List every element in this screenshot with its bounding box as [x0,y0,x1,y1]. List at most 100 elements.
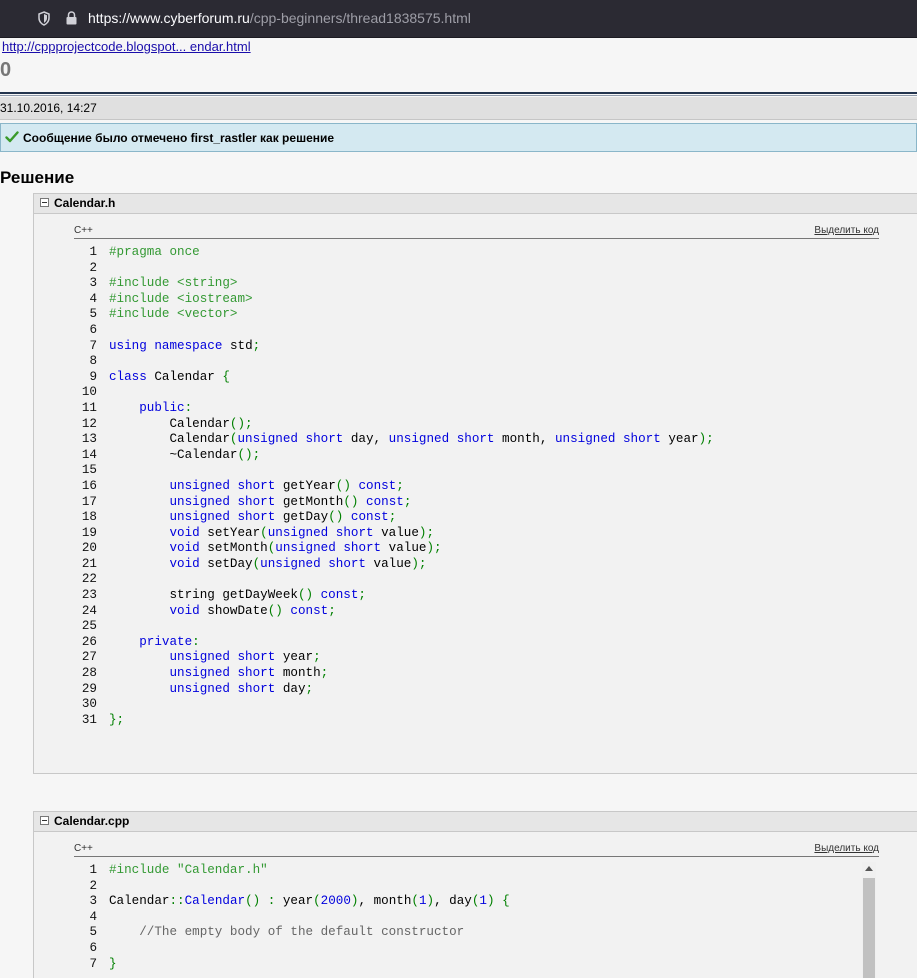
code-line: 1 #include "Calendar.h" [74,863,267,879]
code-text: void setDay(unsigned short value); [169,556,427,571]
line-number: 27 [81,650,97,665]
code-block-title: Calendar.h [54,196,116,210]
shield-icon[interactable] [38,11,50,26]
code-text: unsigned short getMonth() const; [169,494,412,509]
scrollbar-thumb[interactable] [863,878,875,978]
code-line: 31}; [74,712,124,729]
code-block-calendar-h: Calendar.h C++ Выделить код 1 #pragma onc… [33,193,917,774]
url-path: /cpp-beginners/thread1838575.html [249,10,471,26]
solution-notice-text: Сообщение было отмечено first_rastler ка… [23,131,335,145]
line-number: 31 [81,712,97,727]
code-line: 3 Calendar::Calendar() : year(2000), mont… [74,894,509,910]
line-number: 24 [81,603,97,618]
code-text: string getDayWeek() const; [109,588,366,603]
external-link[interactable]: http://cppprojectcode.blogspot... endar.… [2,39,251,54]
line-number: 19 [81,525,97,540]
code-content[interactable]: 1 #include "Calendar.h" 2 3 Calendar::Calend… [74,863,509,973]
code-line: 3 #include <string> [74,276,237,292]
line-number: 12 [81,416,97,431]
code-line: 7} [74,956,116,973]
line-number: 17 [81,494,97,509]
code-line: 22 [74,572,97,588]
code-language: C++ [74,225,93,236]
collapse-icon[interactable] [40,816,49,825]
code-line: 30 [74,697,97,713]
line-number: 11 [81,400,97,415]
url-text[interactable]: https://www.cyberforum.ru/cpp-beginners/… [88,10,471,26]
line-number: 26 [81,634,97,649]
post-date-bar: 31.10.2016, 14:27 [0,97,917,120]
code-line: 20 void setMonth(unsigned short value); [74,541,442,557]
select-code-link[interactable]: Выделить код [814,843,879,854]
line-number: 22 [81,572,97,587]
code-line: 6 [74,323,97,339]
line-number: 7 [89,956,97,971]
code-line: 1 #pragma once [74,245,199,261]
line-number: 4 [89,909,97,924]
line-number: 21 [81,556,97,571]
code-line: 27 unsigned short year; [74,650,321,666]
code-text: #include <vector> [109,307,238,322]
line-number: 9 [89,369,97,384]
code-text: #include <string> [109,276,238,291]
code-lang-bar: C++ Выделить код [74,843,879,857]
code-line: 11 public: [74,400,192,417]
code-text: unsigned short getDay() const; [169,510,397,525]
line-number: 15 [81,463,97,478]
code-text: unsigned short getYear() const; [169,478,404,493]
code-line: 8 [74,354,97,370]
code-block-titlebar[interactable]: Calendar.cpp [34,812,917,832]
divider [0,92,917,96]
code-text: #include "Calendar.h" [109,863,268,877]
url-host: https://www.cyberforum.ru [88,10,250,26]
line-number: 5 [89,925,97,940]
code-text: #include <iostream> [109,291,253,306]
code-lang-bar: C++ Выделить код [74,225,879,239]
line-number: 30 [81,697,97,712]
line-number: 23 [81,588,97,603]
code-line: 25 [74,619,97,635]
code-content[interactable]: 1 #pragma once 2 3 #include <string> 4 #includ… [74,245,714,729]
code-scrollbar[interactable] [862,862,876,978]
line-number: 16 [81,478,97,493]
code-line: 6 [74,941,97,957]
code-line: 28 unsigned short month; [74,666,328,682]
line-number: 29 [81,681,97,696]
code-block-titlebar[interactable]: Calendar.h [34,194,917,214]
code-text: } [109,956,117,971]
code-line: 18 unsigned short getDay() const; [74,510,396,526]
lock-icon[interactable] [66,11,77,25]
line-number: 8 [89,354,97,369]
post-number: 0 [0,59,12,81]
code-text: private: [139,634,200,649]
line-number: 3 [89,276,97,291]
line-number: 1 [89,245,97,259]
code-line: 5 #include <vector> [74,307,237,323]
code-line: 13 Calendar(unsigned short day, unsigned… [74,432,714,448]
code-line: 7 using namespace std; [74,338,260,355]
collapse-icon[interactable] [40,198,49,207]
code-text: void showDate() const; [169,603,336,618]
code-line: 16 unsigned short getYear() const; [74,478,404,495]
code-line: 23 string getDayWeek() const; [74,588,366,604]
code-line: 21 void setDay(unsigned short value); [74,556,427,573]
code-line: 4 [74,910,97,926]
code-text: public: [139,400,193,415]
code-text: void setYear(unsigned short value); [169,525,435,540]
code-text: void setMonth(unsigned short value); [169,541,442,556]
code-line: 10 [74,385,97,401]
line-number: 18 [81,510,97,525]
line-number: 28 [81,666,97,681]
line-number: 3 [89,894,97,909]
code-block-calendar-cpp: Calendar.cpp C++ Выделить код 1 #include … [33,811,917,978]
code-line: 2 [74,879,97,895]
line-number: 7 [89,338,97,353]
code-text: unsigned short month; [169,666,329,681]
code-line: 26 private: [74,634,200,651]
browser-address-bar[interactable]: https://www.cyberforum.ru/cpp-beginners/… [0,0,917,38]
line-number: 6 [89,940,97,955]
scroll-up-icon[interactable] [865,866,873,871]
code-text: unsigned short year; [169,650,321,665]
checkmark-icon [5,131,19,143]
select-code-link[interactable]: Выделить код [814,225,879,236]
